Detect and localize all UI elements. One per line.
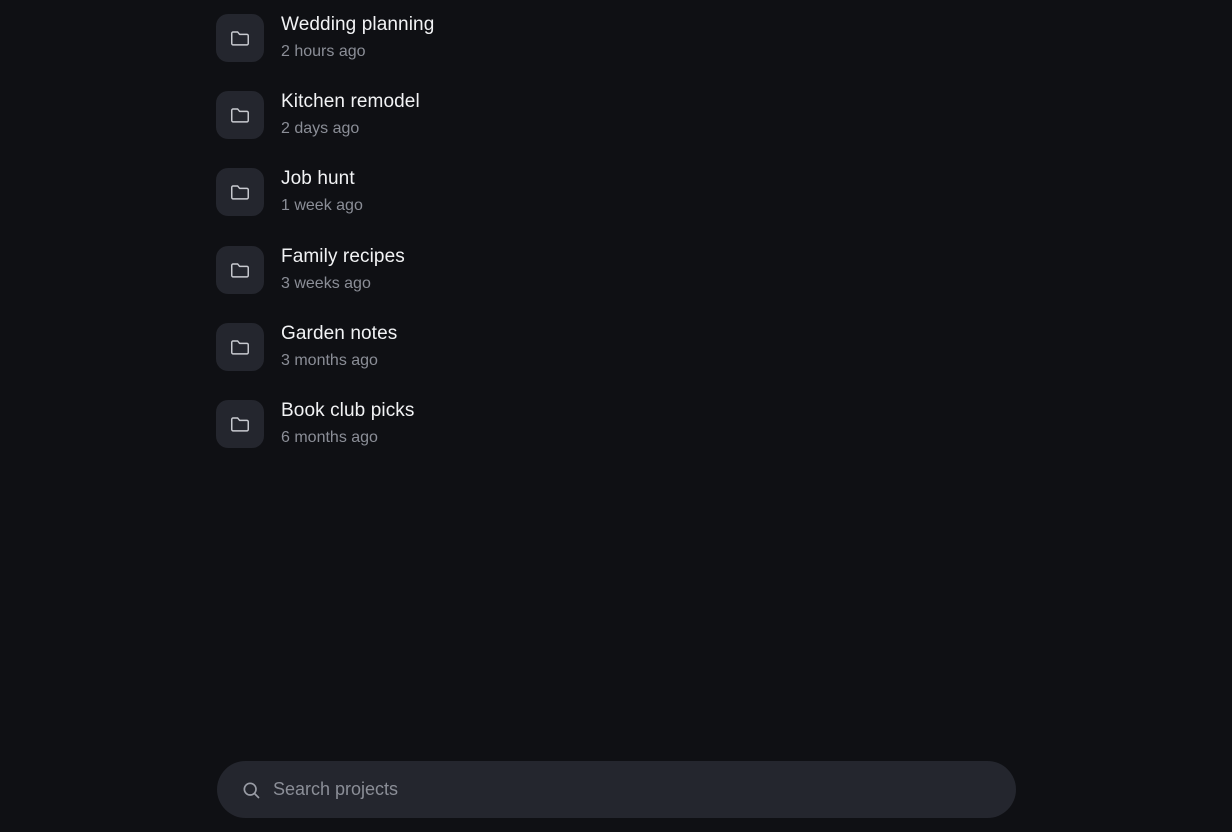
folder-tile: [216, 168, 264, 216]
project-item-family-recipes[interactable]: Family recipes 3 weeks ago: [216, 232, 1016, 296]
project-item-book-club-picks[interactable]: Book club picks 6 months ago: [216, 386, 1016, 450]
project-updated-time: 2 days ago: [281, 120, 360, 137]
folder-icon: [231, 417, 249, 432]
project-item-wedding-planning[interactable]: Wedding planning 2 hours ago: [216, 0, 1016, 64]
folder-tile: [216, 91, 264, 139]
project-item-kitchen-remodel[interactable]: Kitchen remodel 2 days ago: [216, 77, 1016, 141]
folder-tile: [216, 14, 264, 62]
project-updated-time: 3 months ago: [281, 352, 378, 369]
project-updated-time: 2 hours ago: [281, 43, 366, 60]
folder-tile: [216, 400, 264, 448]
project-updated-time: 3 weeks ago: [281, 275, 371, 292]
project-name: Kitchen remodel: [281, 91, 420, 112]
folder-tile: [216, 323, 264, 371]
project-name: Family recipes: [281, 246, 405, 267]
folder-tile: [216, 246, 264, 294]
projects-page: Wedding planning 2 hours ago Kitchen rem…: [0, 0, 1232, 832]
project-item-job-hunt[interactable]: Job hunt 1 week ago: [216, 154, 1016, 218]
project-name: Book club picks: [281, 400, 415, 421]
folder-icon: [231, 108, 249, 123]
folder-icon: [231, 340, 249, 355]
project-name: Job hunt: [281, 168, 355, 189]
search-icon: [243, 782, 260, 799]
project-updated-time: 6 months ago: [281, 429, 378, 446]
search-bar[interactable]: [217, 761, 1016, 818]
project-item-garden-notes[interactable]: Garden notes 3 months ago: [216, 309, 1016, 373]
project-name: Garden notes: [281, 323, 398, 344]
project-name: Wedding planning: [281, 14, 435, 35]
folder-icon: [231, 185, 249, 200]
folder-icon: [231, 263, 249, 278]
search-input[interactable]: [273, 761, 993, 818]
folder-icon: [231, 31, 249, 46]
project-updated-time: 1 week ago: [281, 197, 363, 214]
